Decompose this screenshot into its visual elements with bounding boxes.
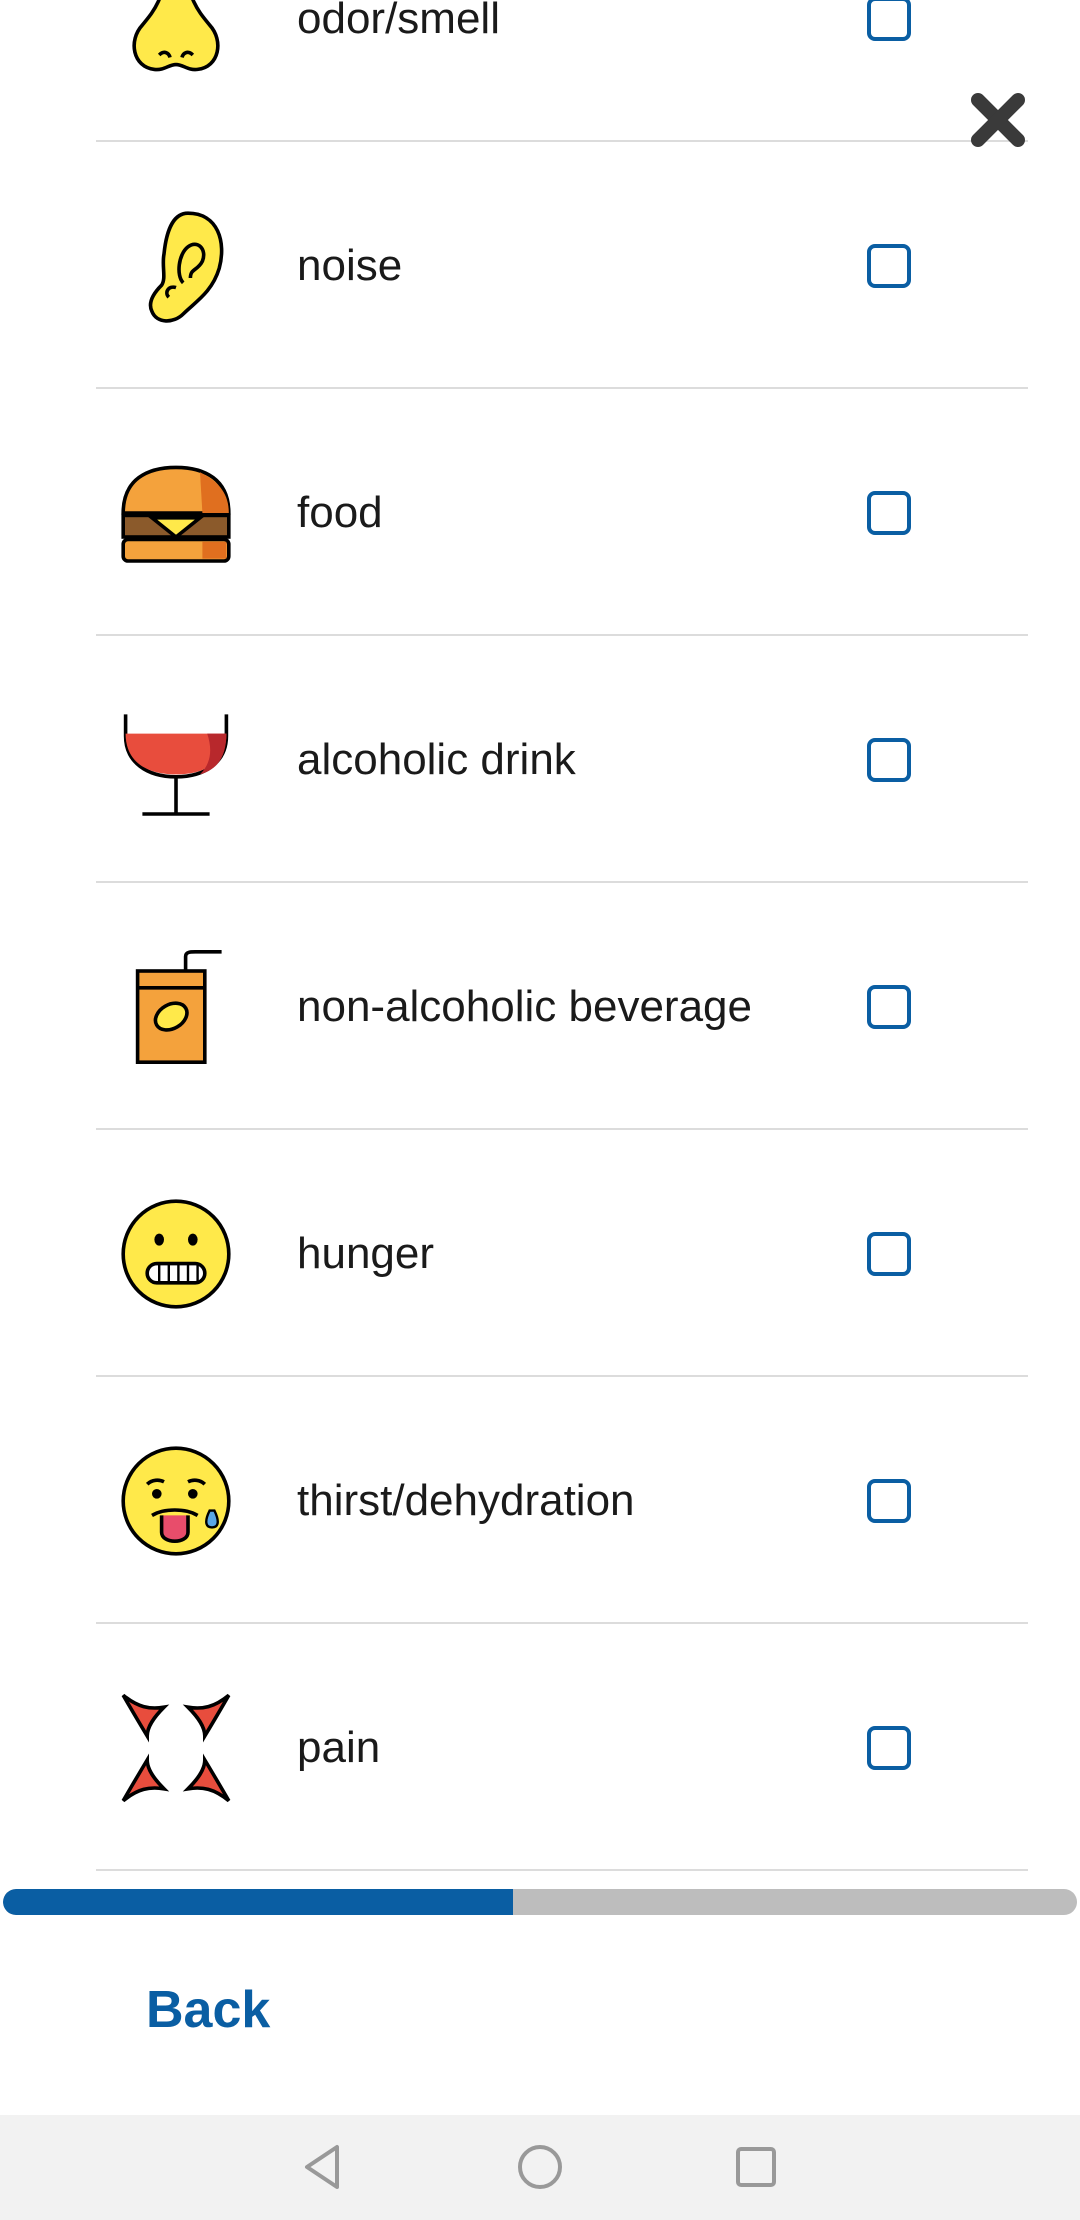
close-icon[interactable] (968, 90, 1028, 150)
burger-icon (116, 453, 236, 573)
recents-square-icon[interactable] (730, 2141, 782, 2193)
list-item[interactable]: food (96, 389, 1028, 636)
progress-bar-fill (3, 1889, 514, 1915)
list-item[interactable]: non-alcoholic beverage (96, 883, 1028, 1130)
list-item[interactable]: alcoholic drink (96, 636, 1028, 883)
list-item-label: noise (297, 241, 403, 290)
list-item-label: alcoholic drink (297, 735, 576, 784)
list-item-label: non-alcoholic beverage (297, 982, 752, 1031)
list-item-label: thirst/dehydration (297, 1476, 635, 1525)
list-item[interactable]: pain (96, 1624, 1028, 1871)
list-item[interactable]: thirst/dehydration (96, 1377, 1028, 1624)
list-item-label: hunger (297, 1229, 435, 1278)
back-triangle-icon[interactable] (299, 2141, 351, 2193)
tongue-out-sweat-face-icon (116, 1441, 236, 1561)
screen: odor/smell noise food alcoholic drink no… (0, 0, 1080, 2220)
list-item[interactable]: hunger (96, 1130, 1028, 1377)
list-item[interactable]: noise (96, 142, 1028, 389)
progress-bar (3, 1889, 1077, 1915)
list-item-label: pain (297, 1723, 381, 1772)
wine-glass-icon (116, 700, 236, 820)
anger-symbol-icon (116, 1688, 236, 1808)
checkbox-non-alcoholic-beverage[interactable] (867, 985, 911, 1029)
ear-icon (116, 206, 236, 326)
checkbox-pain[interactable] (867, 1726, 911, 1770)
checkbox-alcoholic-drink[interactable] (867, 738, 911, 782)
checkbox-noise[interactable] (867, 244, 911, 288)
list-item-label: food (297, 488, 383, 537)
grimacing-face-icon (116, 1194, 236, 1314)
nose-icon (116, 0, 236, 79)
list-item[interactable]: odor/smell (96, 0, 1028, 142)
checkbox-thirst-dehydration[interactable] (867, 1479, 911, 1523)
checkbox-odor-smell[interactable] (867, 0, 911, 41)
checkbox-food[interactable] (867, 491, 911, 535)
checkbox-hunger[interactable] (867, 1232, 911, 1276)
juice-box-icon (116, 947, 236, 1067)
home-circle-icon[interactable] (514, 2141, 566, 2193)
trigger-list[interactable]: odor/smell noise food alcoholic drink no… (96, 0, 1028, 1871)
system-navigation-bar (0, 2115, 1080, 2220)
back-button[interactable]: Back (146, 1980, 270, 2040)
list-item-label: odor/smell (297, 0, 500, 43)
